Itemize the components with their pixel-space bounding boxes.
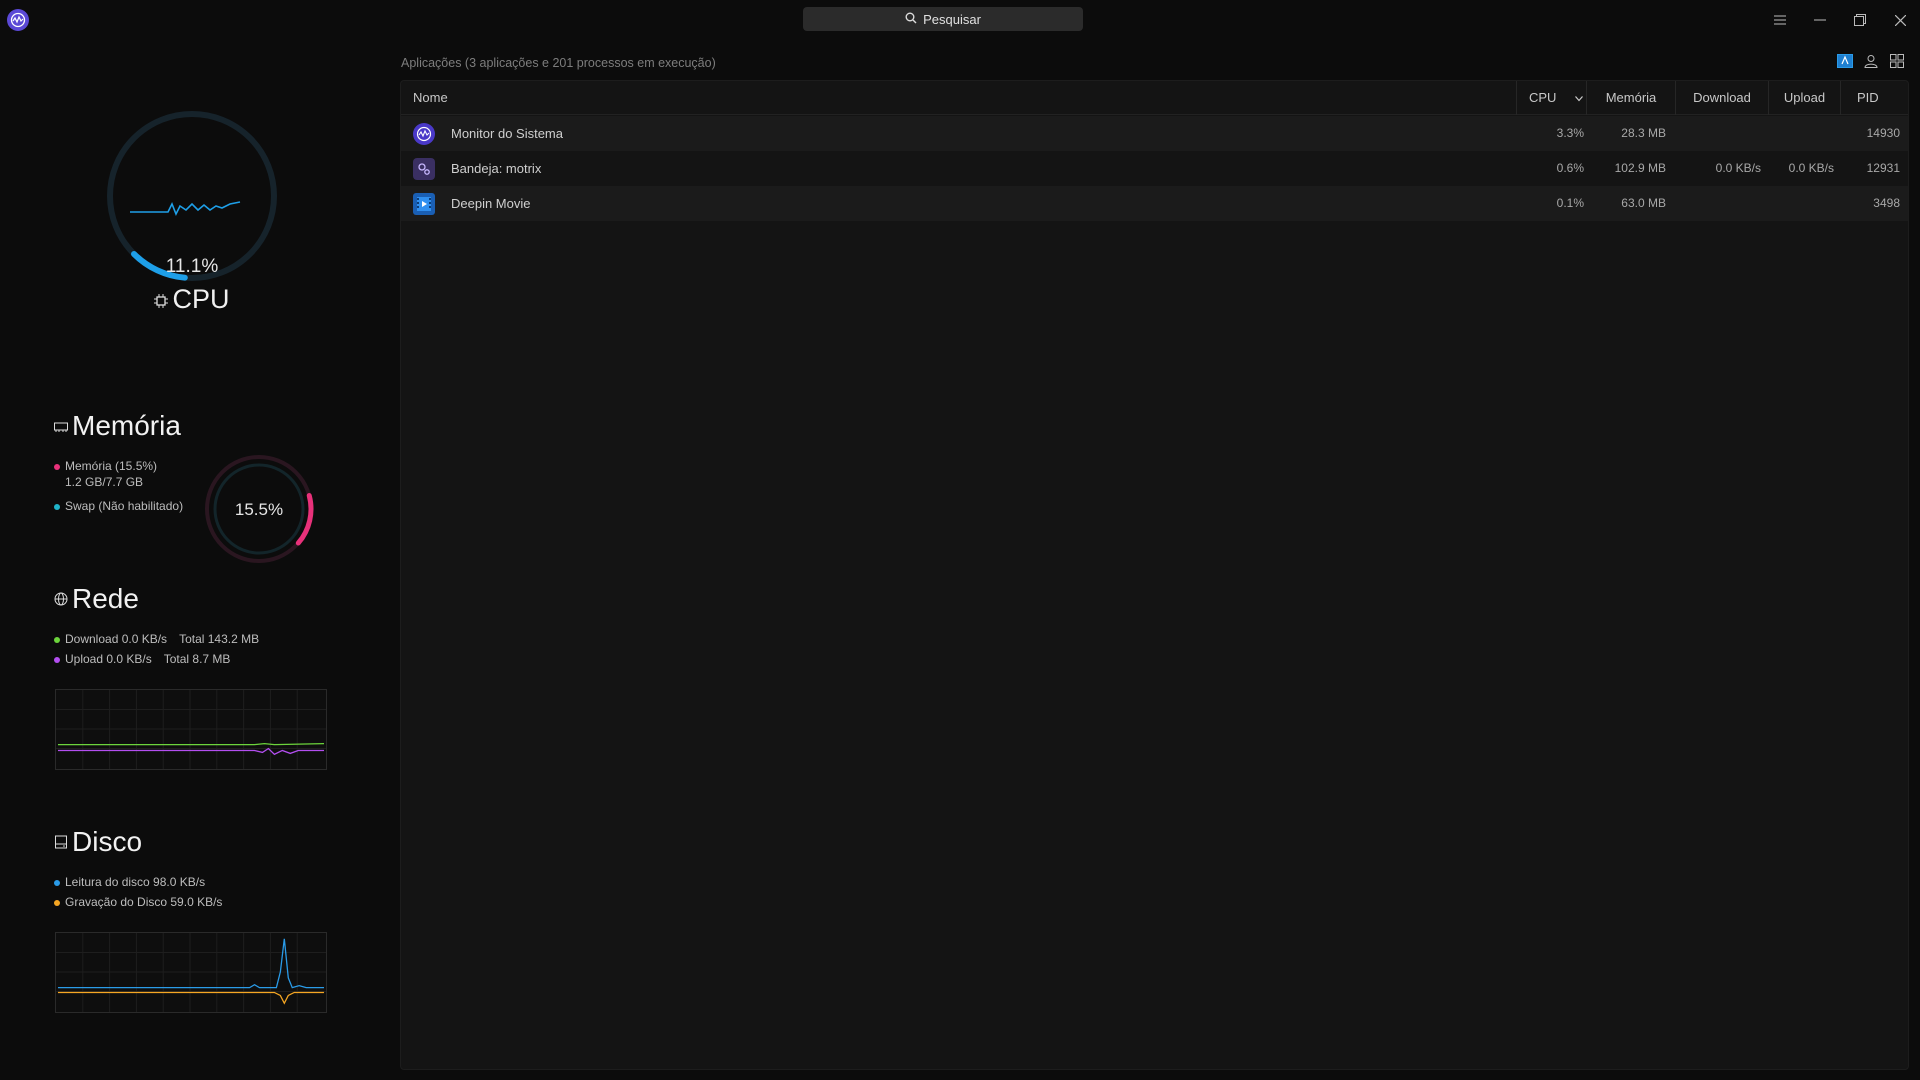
table-row[interactable]: Deepin Movie 0.1% 63.0 MB 3498 bbox=[401, 186, 1908, 221]
column-download[interactable]: Download bbox=[1675, 81, 1768, 115]
table-header: Nome CPU Memória Download Upload PID bbox=[401, 81, 1908, 115]
memory-legend: Memória (15.5%) 1.2 GB/7.7 GB Swap (Não … bbox=[54, 458, 183, 514]
upload-line bbox=[57, 747, 325, 756]
row-name: Bandeja: motrix bbox=[451, 161, 542, 176]
disk-title: Disco bbox=[72, 826, 143, 857]
column-upload[interactable]: Upload bbox=[1768, 81, 1840, 115]
swap-dot bbox=[54, 503, 60, 510]
disk-write-dot bbox=[54, 899, 60, 906]
upload-dot bbox=[54, 656, 60, 663]
view-user-button[interactable] bbox=[1862, 52, 1880, 70]
disk-graph bbox=[55, 932, 327, 1013]
chip-icon bbox=[154, 284, 169, 315]
grid-icon bbox=[1890, 54, 1904, 68]
search-icon bbox=[905, 12, 917, 27]
summary-text: Aplicações (3 aplicações e 201 processos… bbox=[401, 56, 716, 70]
maximize-button[interactable] bbox=[1840, 0, 1880, 40]
disk-read-line bbox=[57, 938, 325, 989]
minimize-button[interactable] bbox=[1800, 0, 1840, 40]
globe-icon bbox=[54, 592, 68, 606]
minimize-icon bbox=[1814, 19, 1826, 21]
menu-icon bbox=[1774, 15, 1786, 25]
disk-icon bbox=[55, 835, 67, 849]
cpu-percent: 11.1% bbox=[165, 256, 219, 277]
menu-button[interactable] bbox=[1760, 0, 1800, 40]
search-input[interactable]: Pesquisar bbox=[803, 7, 1083, 31]
network-graph bbox=[55, 689, 327, 770]
title-bar: Pesquisar bbox=[0, 0, 1920, 40]
row-name: Deepin Movie bbox=[451, 196, 531, 211]
apps-view-icon bbox=[1837, 54, 1853, 68]
process-table: Nome CPU Memória Download Upload PID Mon… bbox=[400, 80, 1909, 1070]
search-placeholder: Pesquisar bbox=[923, 11, 981, 27]
view-apps-button[interactable] bbox=[1836, 52, 1854, 70]
disk-read-dot bbox=[54, 879, 60, 886]
view-grid-button[interactable] bbox=[1888, 52, 1906, 70]
column-name[interactable]: Nome bbox=[413, 81, 448, 115]
cpu-title: CPU bbox=[172, 284, 230, 314]
network-title: Rede bbox=[72, 583, 139, 614]
network-legend: Download 0.0 KB/s Total 143.2 MB Upload 0… bbox=[54, 631, 259, 667]
restore-icon bbox=[1854, 14, 1866, 26]
column-memory[interactable]: Memória bbox=[1586, 81, 1675, 115]
user-icon bbox=[1864, 55, 1878, 68]
close-button[interactable] bbox=[1880, 0, 1920, 40]
close-icon bbox=[1894, 14, 1906, 26]
column-pid[interactable]: PID bbox=[1840, 81, 1908, 115]
sort-chevron-down-icon bbox=[1575, 81, 1583, 115]
table-row[interactable]: Bandeja: motrix 0.6% 102.9 MB 0.0 KB/s 0… bbox=[401, 151, 1908, 186]
memory-icon bbox=[54, 422, 68, 432]
memory-title: Memória bbox=[72, 410, 181, 441]
sidebar-overview: 11.1% CPU Memória Memória (15.5%) 1.2 GB… bbox=[0, 40, 390, 1080]
download-dot bbox=[54, 636, 60, 643]
download-line bbox=[57, 743, 325, 746]
disk-write-line bbox=[57, 991, 325, 1005]
column-cpu[interactable]: CPU bbox=[1516, 81, 1586, 115]
deepin-movie-icon bbox=[413, 193, 435, 215]
motrix-icon bbox=[413, 158, 435, 180]
memory-dot bbox=[54, 463, 60, 470]
memory-detail: 1.2 GB/7.7 GB bbox=[65, 475, 144, 489]
system-monitor-icon bbox=[413, 123, 435, 145]
row-name: Monitor do Sistema bbox=[451, 126, 563, 141]
app-logo-icon[interactable] bbox=[7, 9, 29, 31]
memory-percent: 15.5% bbox=[234, 500, 284, 519]
disk-legend: Leitura do disco 98.0 KB/s Gravação do D… bbox=[54, 874, 222, 910]
cpu-wave bbox=[130, 201, 241, 216]
table-row[interactable]: Monitor do Sistema 3.3% 28.3 MB 14930 bbox=[401, 116, 1908, 151]
